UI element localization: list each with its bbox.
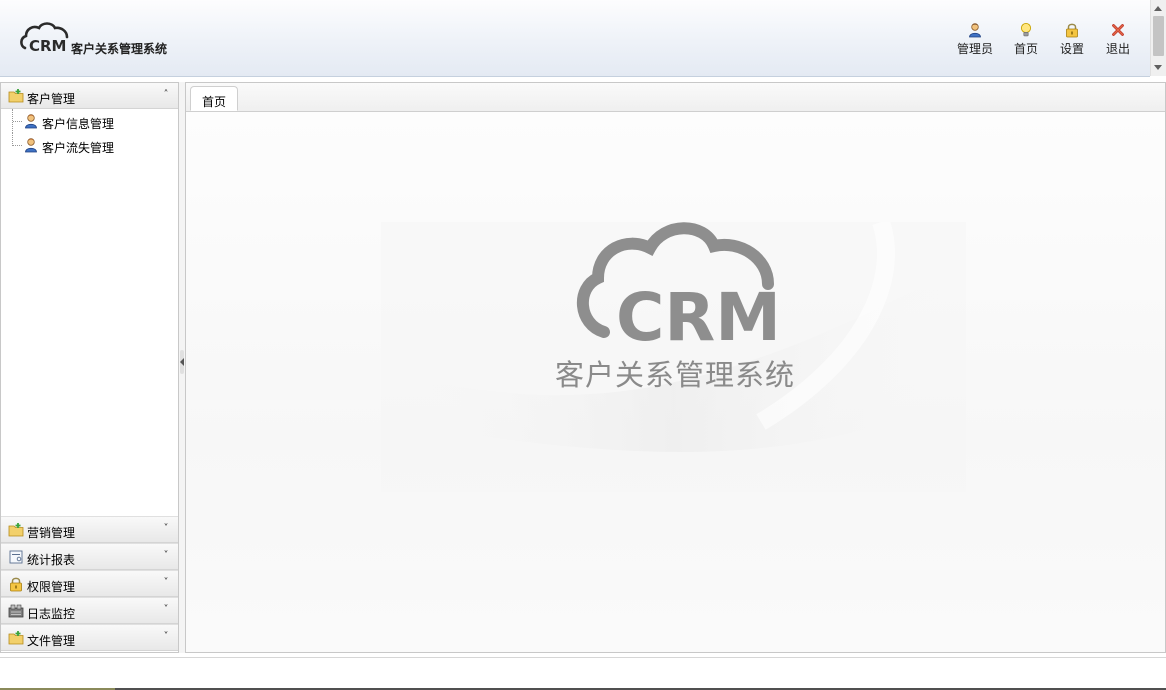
scroll-up-arrow-icon[interactable] [1154,6,1162,11]
crm-cloud-logo-icon: CRM [20,22,69,55]
accordion-title: 客户管理 [27,92,76,106]
expand-down-icon[interactable]: ˅ [161,577,171,589]
user-icon [25,114,37,129]
user-icon [25,138,37,153]
accordion-header-logs[interactable]: 日志监控 ˅ [1,597,178,624]
folder-icon [8,631,24,645]
accordion-title: 日志监控 [27,607,76,621]
lock-icon [10,577,22,592]
logout-label: 退出 [1105,42,1130,56]
admin-button[interactable]: 管理员 [951,22,999,57]
tree-item-customer-churn[interactable]: 客户流失管理 [1,133,178,157]
tree-line [12,133,22,146]
crm-cloud-logo-icon: CRM [577,222,779,345]
folder-icon [8,89,24,103]
expand-down-icon[interactable]: ˅ [161,631,171,643]
folder-icon [8,523,24,537]
collapse-left-arrow-icon[interactable] [180,350,184,374]
accordion-header-files[interactable]: 文件管理 ˅ [1,624,178,651]
scroll-down-arrow-icon[interactable] [1154,65,1162,70]
monitor-icon [8,604,24,618]
accordion-title: 营销管理 [27,526,76,540]
tree-item-label: 客户信息管理 [42,117,115,131]
welcome-title: 客户关系管理系统 [554,358,795,392]
accordion-header-reports[interactable]: 统计报表 ˅ [1,543,178,570]
app-title: 客户关系管理系统 [71,42,168,56]
expand-down-icon[interactable]: ˅ [161,604,171,616]
expand-down-icon[interactable]: ˅ [161,523,171,535]
lock-icon [1066,23,1078,38]
status-footer [0,657,1166,690]
tree-item-customer-info[interactable]: 客户信息管理 [1,109,178,133]
admin-label: 管理员 [956,42,993,56]
expand-down-icon[interactable]: ˅ [161,550,171,562]
logout-button[interactable]: 退出 [1094,22,1142,57]
user-icon [969,23,981,38]
home-label: 首页 [1013,42,1038,56]
accordion-collapsed-sections: 营销管理 ˅ 统计报表 ˅ 权限管理 ˅ 日志监控 ˅ 文件管理 ˅ [1,516,178,651]
tab-label: 首页 [201,95,226,109]
close-x-icon [1112,24,1124,36]
vertical-scrollbar[interactable] [1150,0,1166,76]
tab-bar: 首页 [186,83,1165,112]
accordion-header-marketing[interactable]: 营销管理 ˅ [1,516,178,543]
main-tab-panel: 首页 CRM 客户关系管理系统 [185,82,1166,653]
accordion-section-customer: 客户管理 ˄ 客户信息管理 客户流失管理 [1,83,178,516]
app-logo: CRM 客户关系管理系统 [19,20,179,60]
tree-line [12,109,22,133]
scrollbar-thumb[interactable] [1153,16,1164,56]
accordion-title: 文件管理 [27,634,76,648]
home-tab-content: CRM 客户关系管理系统 [186,112,1165,652]
accordion-header-customer[interactable]: 客户管理 ˄ [1,83,178,109]
sidebar-accordion: 客户管理 ˄ 客户信息管理 客户流失管理 营销管理 ˅ 统计报表 ˅ 权限管理 … [0,82,179,653]
accordion-title: 统计报表 [27,553,76,567]
accordion-header-permissions[interactable]: 权限管理 ˅ [1,570,178,597]
accordion-title: 权限管理 [27,580,76,594]
tab-home[interactable]: 首页 [190,86,238,111]
settings-button[interactable]: 设置 [1048,22,1096,57]
lightbulb-icon [1020,22,1032,37]
home-button[interactable]: 首页 [1002,22,1050,57]
report-icon [9,550,23,564]
svg-text:CRM: CRM [616,279,779,345]
svg-text:CRM: CRM [29,37,67,55]
app-header: CRM 客户关系管理系统 管理员 首页 设置 退出 [0,0,1150,77]
tree-item-label: 客户流失管理 [42,141,115,155]
collapse-up-icon[interactable]: ˄ [161,89,171,101]
settings-label: 设置 [1059,42,1084,56]
